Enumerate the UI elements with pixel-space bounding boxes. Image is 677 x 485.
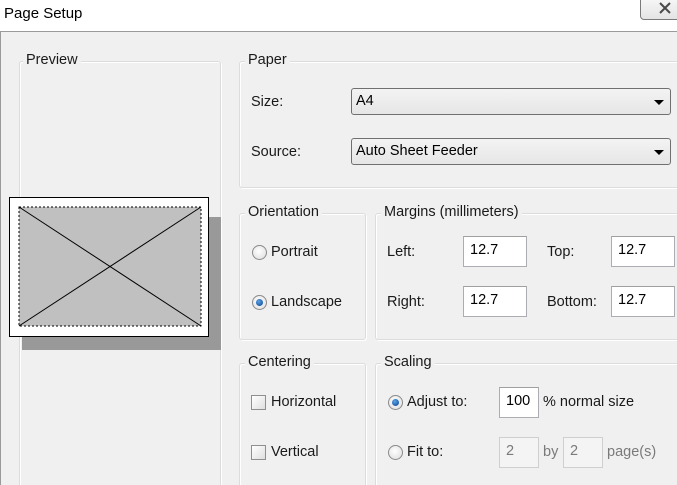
margin-bottom-input[interactable]: 12.7 [611,286,675,317]
orientation-legend: Orientation [245,204,322,220]
margin-right-label: Right: [387,294,425,310]
preview-page-graphic [18,206,202,327]
size-select-value: A4 [356,93,374,109]
margins-legend: Margins (millimeters) [381,204,522,220]
margin-left-label: Left: [387,244,416,260]
preview-legend: Preview [23,52,81,68]
size-label: Size: [251,94,284,110]
landscape-label[interactable]: Landscape [271,294,342,310]
margin-top-input[interactable]: 12.7 [611,236,675,267]
preview-page [9,197,209,337]
fit-to-label[interactable]: Fit to: [407,444,443,460]
adjust-to-label[interactable]: Adjust to: [407,394,467,410]
adjust-to-radio[interactable] [388,395,403,410]
source-select-value: Auto Sheet Feeder [356,143,478,159]
margin-top-label: Top: [547,244,575,260]
margin-right-input[interactable]: 12.7 [463,286,527,317]
margins-group [375,213,677,340]
paper-group [239,61,677,188]
fit-tall-input[interactable]: 2 [563,437,603,468]
chevron-down-icon [654,100,664,105]
scaling-legend: Scaling [381,354,435,370]
size-select[interactable]: A4 [351,88,671,115]
close-icon [659,2,671,14]
adjust-to-input[interactable]: 100 [499,387,539,418]
portrait-label[interactable]: Portrait [271,244,318,260]
source-label: Source: [251,144,301,160]
orientation-group [239,213,366,340]
chevron-down-icon [654,150,664,155]
close-button[interactable] [640,0,677,20]
horizontal-label[interactable]: Horizontal [271,394,336,410]
margin-bottom-label: Bottom: [547,294,597,310]
fit-to-radio[interactable] [388,445,403,460]
paper-legend: Paper [245,52,290,68]
source-select[interactable]: Auto Sheet Feeder [351,138,671,165]
vertical-label[interactable]: Vertical [271,444,319,460]
window-title: Page Setup [4,5,83,22]
by-label: by [543,444,559,460]
pages-label: page(s) [607,444,657,460]
vertical-checkbox[interactable] [251,445,266,460]
landscape-radio[interactable] [252,295,267,310]
centering-group [239,363,366,485]
centering-legend: Centering [245,354,314,370]
title-bar [0,0,677,31]
adjust-to-suffix: % normal size [543,394,635,410]
horizontal-checkbox[interactable] [251,395,266,410]
portrait-radio[interactable] [252,245,267,260]
margin-left-input[interactable]: 12.7 [463,236,527,267]
fit-wide-input[interactable]: 2 [499,437,539,468]
